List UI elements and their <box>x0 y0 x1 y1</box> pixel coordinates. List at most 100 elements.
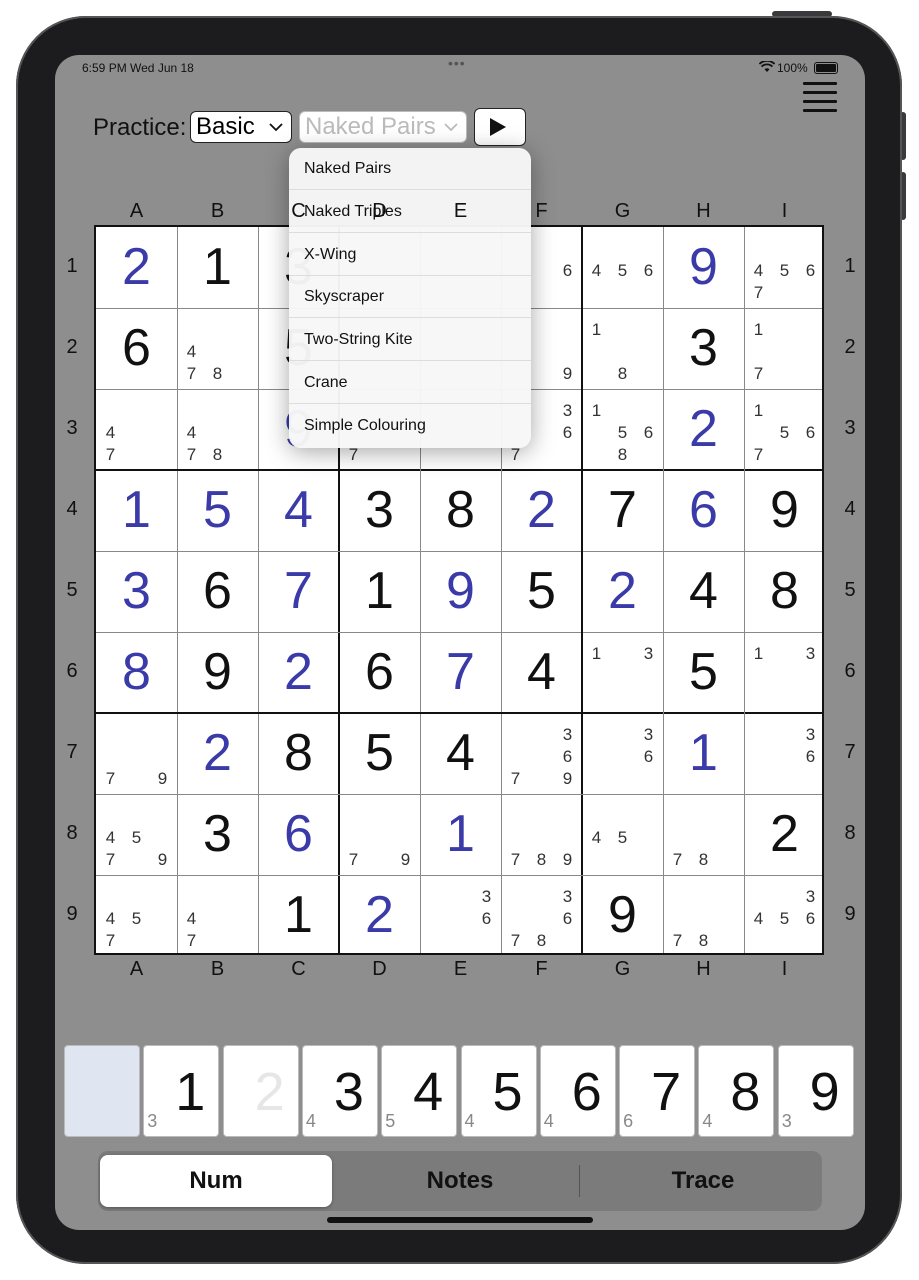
sudoku-cell[interactable]: 3 <box>663 308 744 389</box>
numpad-key[interactable]: 45 <box>381 1045 458 1137</box>
sudoku-cell[interactable]: 457 9 <box>96 794 177 875</box>
sudoku-cell[interactable]: 2 <box>501 470 582 551</box>
sudoku-cell[interactable]: 5 <box>501 551 582 632</box>
sudoku-cell[interactable]: 1 <box>96 470 177 551</box>
sudoku-cell[interactable]: 4 <box>420 713 501 794</box>
sudoku-cell[interactable]: 47 <box>96 389 177 470</box>
sudoku-cell[interactable]: 2 <box>582 551 663 632</box>
sudoku-cell[interactable]: 79 <box>339 794 420 875</box>
pencil-mark: 1 <box>753 320 764 339</box>
sudoku-cell[interactable]: 13 <box>744 632 825 713</box>
sudoku-cell[interactable]: 1567 <box>744 389 825 470</box>
numpad-count: 4 <box>702 1111 713 1131</box>
sudoku-cell[interactable]: 13 <box>582 632 663 713</box>
sudoku-cell[interactable]: 18 <box>582 308 663 389</box>
play-button[interactable] <box>474 108 526 146</box>
sudoku-cell[interactable]: 2 <box>96 227 177 308</box>
sudoku-cell[interactable]: 1 <box>420 794 501 875</box>
sudoku-cell[interactable]: 5 <box>339 713 420 794</box>
sudoku-cell[interactable]: 36 <box>420 875 501 956</box>
hamburger-menu-icon[interactable] <box>803 82 837 112</box>
cell-digit: 3 <box>689 319 718 377</box>
technique-menu-item[interactable]: X-Wing <box>289 234 531 276</box>
sudoku-cell[interactable]: 2 <box>177 713 258 794</box>
sudoku-cell[interactable]: 4 78 <box>177 389 258 470</box>
sudoku-cell[interactable]: 3 6 7 9 <box>501 713 582 794</box>
mode-notes-button[interactable]: Notes <box>344 1155 576 1207</box>
technique-select[interactable]: Naked Pairs <box>299 111 467 143</box>
sudoku-cell[interactable]: 789 <box>501 794 582 875</box>
numpad-key[interactable]: 84 <box>698 1045 775 1137</box>
sudoku-cell[interactable]: 8 <box>258 713 339 794</box>
sudoku-cell[interactable]: 6 <box>96 308 177 389</box>
sudoku-cell[interactable]: 8 <box>96 632 177 713</box>
sudoku-cell[interactable]: 4 <box>501 632 582 713</box>
sudoku-cell[interactable]: 79 <box>96 713 177 794</box>
mode-trace-button[interactable]: Trace <box>587 1155 819 1207</box>
sudoku-cell[interactable]: 2 <box>339 875 420 956</box>
sudoku-cell[interactable]: 1 <box>258 875 339 956</box>
sudoku-cell[interactable]: 8 <box>420 470 501 551</box>
sudoku-cell[interactable]: 1568 <box>582 389 663 470</box>
sudoku-cell[interactable]: 6 <box>663 470 744 551</box>
pencil-mark: 5 <box>779 909 790 928</box>
technique-menu-item[interactable]: Crane <box>289 362 531 404</box>
sudoku-cell[interactable]: 36 <box>744 713 825 794</box>
sudoku-cell[interactable]: 4 <box>663 551 744 632</box>
mode-num-button[interactable]: Num <box>100 1155 332 1207</box>
sudoku-cell[interactable]: 4 78 <box>177 308 258 389</box>
sudoku-cell[interactable]: 7 <box>420 632 501 713</box>
sudoku-cell[interactable]: 9 <box>177 632 258 713</box>
sudoku-cell[interactable]: 456 7 <box>744 227 825 308</box>
sudoku-cell[interactable]: 3 456 <box>744 875 825 956</box>
sudoku-cell[interactable]: 456 <box>582 227 663 308</box>
numpad-key[interactable]: 34 <box>301 1045 378 1137</box>
sudoku-cell[interactable]: 7 <box>582 470 663 551</box>
level-select[interactable]: Basic <box>190 111 292 143</box>
sudoku-cell[interactable]: 4 <box>258 470 339 551</box>
sudoku-cell[interactable]: 2 <box>258 632 339 713</box>
technique-menu-item[interactable]: Naked Pairs <box>289 148 531 190</box>
sudoku-cell[interactable]: 9 <box>582 875 663 956</box>
numpad-key[interactable]: 93 <box>777 1045 854 1137</box>
sudoku-cell[interactable]: 5 <box>663 632 744 713</box>
sudoku-cell[interactable]: 7 <box>258 551 339 632</box>
sudoku-cell[interactable]: 3 <box>96 551 177 632</box>
sudoku-cell[interactable]: 5 <box>177 470 258 551</box>
sudoku-cell[interactable]: 457 <box>96 875 177 956</box>
sudoku-cell[interactable]: 1 <box>177 227 258 308</box>
sudoku-cell[interactable]: 1 <box>339 551 420 632</box>
technique-menu-item[interactable]: Simple Colouring <box>289 405 531 447</box>
sudoku-cell[interactable]: 2 <box>663 389 744 470</box>
sudoku-cell[interactable]: 78 <box>663 875 744 956</box>
sudoku-cell[interactable]: 36 <box>582 713 663 794</box>
sudoku-cell[interactable]: 9 <box>420 551 501 632</box>
technique-menu-item[interactable]: Two-String Kite <box>289 319 531 362</box>
sudoku-cell[interactable]: 6 <box>177 551 258 632</box>
numpad-key[interactable]: 64 <box>539 1045 616 1137</box>
numpad-key[interactable]: 13 <box>143 1045 220 1137</box>
numpad-digit: 4 <box>413 1062 444 1122</box>
numpad-key[interactable]: 54 <box>460 1045 537 1137</box>
sudoku-cell[interactable]: 9 <box>744 470 825 551</box>
sudoku-cell[interactable]: 8 <box>744 551 825 632</box>
sudoku-cell[interactable]: 45 <box>582 794 663 875</box>
technique-menu-item[interactable]: Skyscraper <box>289 276 531 319</box>
numpad-key[interactable] <box>64 1045 140 1137</box>
sudoku-cell[interactable]: 3 <box>177 794 258 875</box>
sudoku-cell[interactable]: 47 <box>177 875 258 956</box>
numpad-key[interactable]: 76 <box>619 1045 696 1137</box>
sudoku-cell[interactable]: 78 <box>663 794 744 875</box>
sudoku-cell[interactable]: 9 <box>663 227 744 308</box>
sudoku-cell[interactable]: 17 <box>744 308 825 389</box>
sudoku-cell[interactable]: 2 <box>744 794 825 875</box>
sudoku-cell[interactable]: 6 <box>258 794 339 875</box>
numpad-key[interactable]: 2 <box>222 1045 299 1137</box>
technique-dropdown-menu: Naked Pairs Naked Triples X-Wing Skyscraper… <box>289 148 531 448</box>
sudoku-cell[interactable]: 1 <box>663 713 744 794</box>
sudoku-cell[interactable]: 6 <box>339 632 420 713</box>
sudoku-cell[interactable]: 3 <box>339 470 420 551</box>
sudoku-cell[interactable]: 3 6 78 <box>501 875 582 956</box>
multitasking-dots[interactable]: ••• <box>448 55 466 71</box>
row-label: 7 <box>66 741 78 763</box>
